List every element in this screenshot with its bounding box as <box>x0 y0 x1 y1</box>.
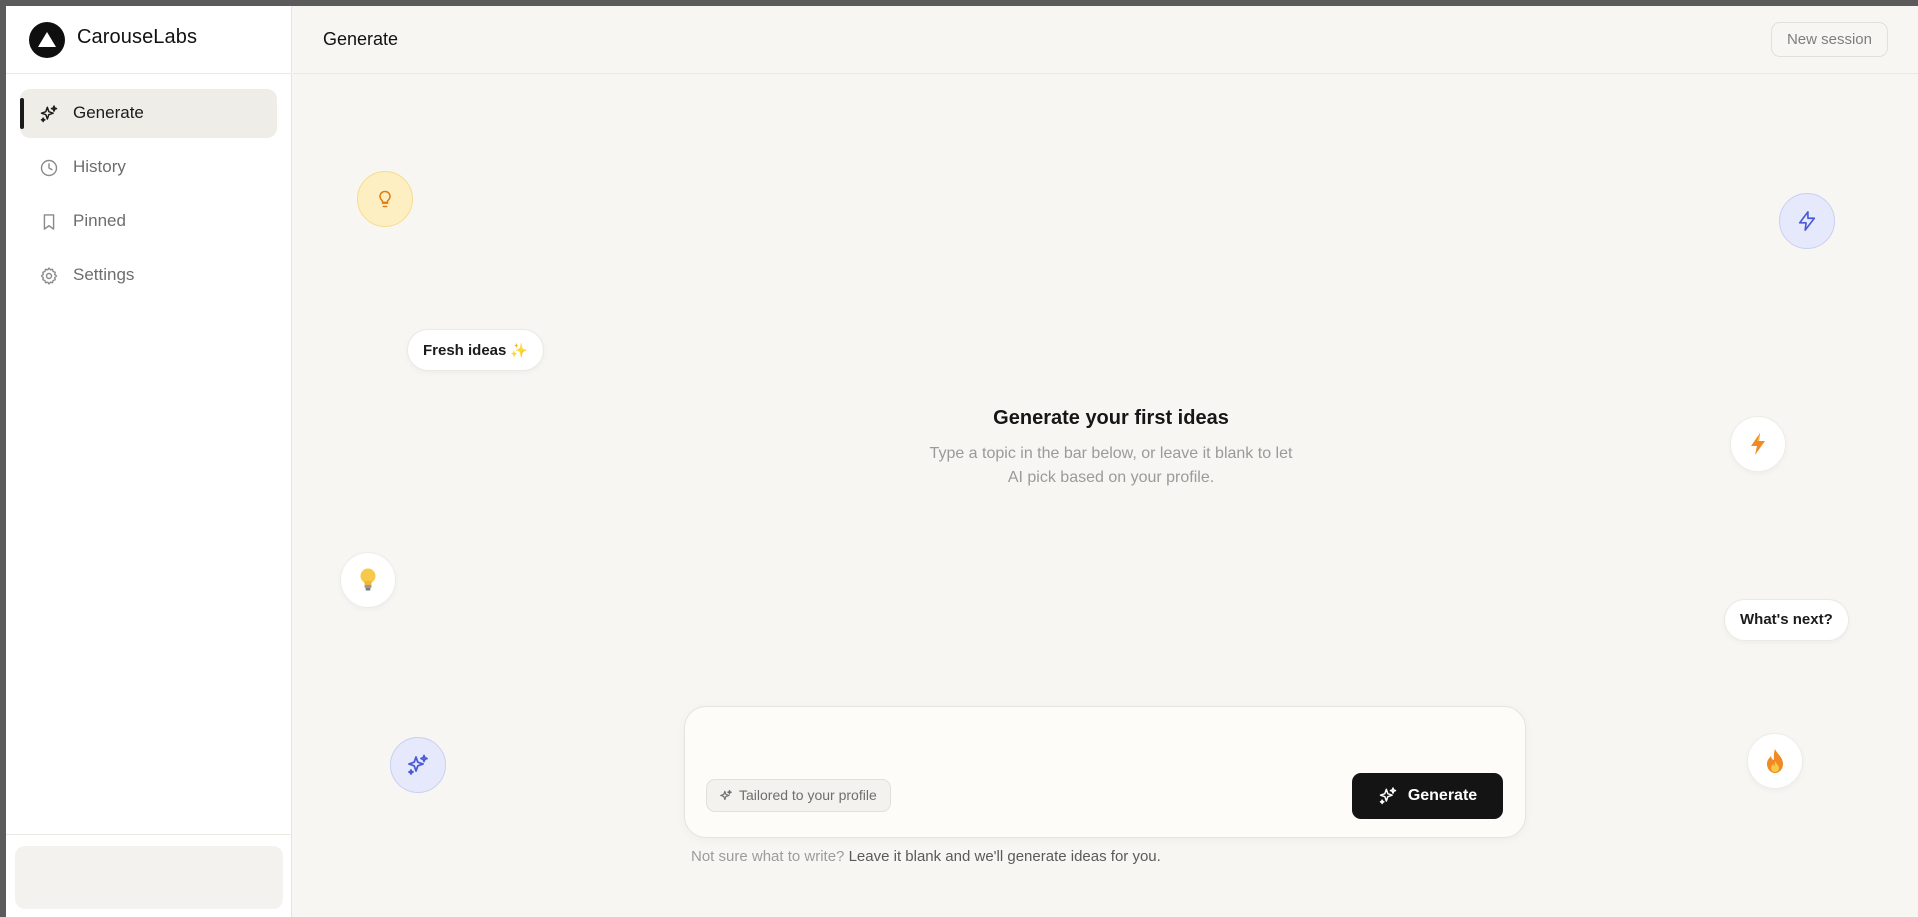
composer: Tailored to your profile Generate <box>684 706 1526 838</box>
tailored-profile-chip[interactable]: Tailored to your profile <box>706 779 891 812</box>
account-card[interactable] <box>15 846 283 909</box>
brand: CarouseLabs <box>6 6 292 74</box>
sidebar-item-label: History <box>73 157 126 176</box>
empty-state-line-1: Type a topic in the bar below, or leave … <box>929 445 1293 462</box>
lightning-icon <box>1730 416 1786 472</box>
clock-icon <box>40 159 58 177</box>
empty-state-line-2: AI pick based on your profile. <box>1007 469 1215 486</box>
sparkles-icon <box>390 737 446 793</box>
sidebar-item-history[interactable]: History <box>20 143 277 192</box>
sparkle-icon: ✨ <box>510 342 528 358</box>
hint-suffix: Leave it blank and we'll generate ideas … <box>848 848 1161 865</box>
fresh-ideas-tag: Fresh ideas ✨ <box>407 329 544 371</box>
composer-hint: Not sure what to write? Leave it blank a… <box>691 848 1161 865</box>
lightbulb-icon <box>357 171 413 227</box>
gear-icon <box>40 267 58 285</box>
generate-button-label: Generate <box>1407 787 1478 804</box>
new-session-button[interactable]: New session <box>1770 22 1888 57</box>
fresh-ideas-label: Fresh ideas <box>423 342 507 359</box>
top-bar: Generate New session <box>293 6 1918 74</box>
sparkles-icon <box>720 789 732 800</box>
empty-state-description: Type a topic in the bar below, or leave … <box>886 442 1336 490</box>
sidebar-item-settings[interactable]: Settings <box>20 251 277 300</box>
sidebar-item-label: Settings <box>73 265 135 284</box>
bookmark-icon <box>43 214 55 230</box>
sidebar-item-label: Generate <box>73 103 144 122</box>
sidebar-item-pinned[interactable]: Pinned <box>20 197 277 246</box>
sidebar-item-generate[interactable]: Generate <box>20 89 277 138</box>
sidebar-item-label: Pinned <box>73 211 126 230</box>
topic-input[interactable] <box>705 721 1505 761</box>
sidebar: CarouseLabs Generate History Pinned Sett… <box>6 6 292 917</box>
hint-prefix: Not sure what to write? <box>691 848 845 865</box>
tailored-profile-label: Tailored to your profile <box>739 787 877 803</box>
divider <box>6 834 292 835</box>
whats-next-label: What's next? <box>1740 611 1833 628</box>
whats-next-tag: What's next? <box>1724 599 1849 641</box>
brand-name: CarouseLabs <box>77 26 198 48</box>
page-title: Generate <box>323 29 399 49</box>
empty-state-title: Generate your first ideas <box>993 407 1229 429</box>
logo-icon <box>29 22 65 58</box>
active-indicator <box>20 98 24 129</box>
fire-icon <box>1747 733 1803 789</box>
bulb-emoji-icon <box>340 552 396 608</box>
sparkles-icon <box>40 105 58 123</box>
bolt-outline-icon <box>1779 193 1835 249</box>
generate-button[interactable]: Generate <box>1352 773 1503 819</box>
app-window: CarouseLabs Generate History Pinned Sett… <box>6 6 1918 917</box>
sparkles-icon <box>1379 787 1397 805</box>
